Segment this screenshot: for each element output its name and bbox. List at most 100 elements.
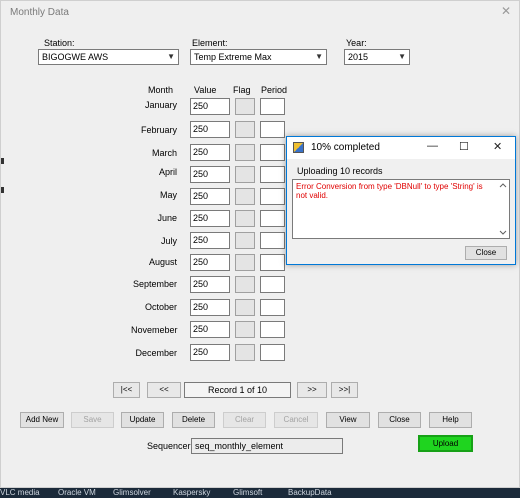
taskbar-item[interactable]: Kaspersky (173, 488, 233, 497)
delete-button[interactable]: Delete (172, 412, 215, 428)
save-button[interactable]: Save (71, 412, 114, 428)
value-field[interactable]: 250 (190, 121, 230, 138)
flag-field (235, 121, 255, 138)
error-textbox[interactable]: Error Conversion from type 'DBNull' to t… (292, 179, 510, 239)
value-field[interactable]: 250 (190, 144, 230, 161)
flag-field (235, 321, 255, 338)
next-record-button[interactable]: >> (297, 382, 327, 398)
period-field[interactable] (260, 276, 285, 293)
edge-marker (1, 158, 4, 164)
element-label: Element: (192, 38, 228, 48)
dialog-close-button[interactable]: Close (465, 246, 507, 260)
record-indicator: Record 1 of 10 (184, 382, 291, 398)
add-new-button[interactable]: Add New (20, 412, 64, 428)
clear-button[interactable]: Clear (223, 412, 266, 428)
period-field[interactable] (260, 166, 285, 183)
month-label: September (132, 279, 177, 289)
period-header: Period (261, 85, 288, 95)
value-field[interactable]: 250 (190, 188, 230, 205)
flag-field (235, 299, 255, 316)
period-field[interactable] (260, 232, 285, 249)
sequencer-field[interactable]: seq_monthly_element (191, 438, 343, 454)
dialog-titlebar: 10% completed — ☐ ✕ (287, 137, 515, 159)
value-field[interactable]: 250 (190, 98, 230, 115)
value-field[interactable]: 250 (190, 210, 230, 227)
month-label: March (151, 148, 177, 158)
period-field[interactable] (260, 144, 285, 161)
value-field[interactable]: 250 (190, 232, 230, 249)
month-label: October (144, 302, 177, 312)
window-title: Monthly Data (10, 7, 69, 18)
update-button[interactable]: Update (121, 412, 164, 428)
taskbar-item[interactable]: BackupData (288, 488, 348, 497)
upload-button[interactable]: Upload (418, 435, 473, 452)
minimize-icon[interactable]: — (427, 140, 438, 152)
flag-field (235, 276, 255, 293)
upload-status: Uploading 10 records (297, 166, 383, 176)
flag-field (235, 166, 255, 183)
value-field[interactable]: 250 (190, 276, 230, 293)
chevron-down-icon: ▼ (398, 52, 406, 61)
period-field[interactable] (260, 254, 285, 271)
flag-field (235, 232, 255, 249)
month-label: August (148, 257, 177, 267)
chevron-down-icon: ▼ (315, 52, 323, 61)
taskbar-item[interactable]: VLC media (0, 488, 58, 497)
period-field[interactable] (260, 299, 285, 316)
sequencer-label: Sequencer: (147, 441, 194, 451)
station-select[interactable]: BIGOGWE AWS ▼ (38, 49, 179, 65)
month-label: December (135, 348, 177, 358)
month-label: June (157, 213, 177, 223)
chevron-down-icon: ▼ (167, 52, 175, 61)
maximize-icon[interactable]: ☐ (459, 140, 469, 153)
year-select[interactable]: 2015 ▼ (344, 49, 410, 65)
value-header: Value (194, 85, 217, 95)
scroll-up-icon[interactable] (499, 183, 507, 188)
month-label: July (160, 236, 177, 246)
month-label: February (140, 125, 177, 135)
period-field[interactable] (260, 188, 285, 205)
period-field[interactable] (260, 321, 285, 338)
flag-field (235, 344, 255, 361)
view-button[interactable]: View (326, 412, 370, 428)
help-button[interactable]: Help (429, 412, 472, 428)
flag-field (235, 188, 255, 205)
close-icon[interactable]: ✕ (493, 140, 502, 153)
previous-record-button[interactable]: << (147, 382, 181, 398)
taskbar-item[interactable]: Oracle VM (58, 488, 113, 497)
year-value: 2015 (348, 52, 369, 62)
value-field[interactable]: 250 (190, 299, 230, 316)
taskbar-item[interactable]: Glimsoft (233, 488, 288, 497)
station-label: Station: (44, 38, 75, 48)
close-button[interactable]: Close (378, 412, 421, 428)
year-label: Year: (346, 38, 367, 48)
period-field[interactable] (260, 98, 285, 115)
element-select[interactable]: Temp Extreme Max ▼ (190, 49, 327, 65)
period-field[interactable] (260, 121, 285, 138)
window-close-icon[interactable]: ✕ (501, 4, 511, 18)
month-label: Novemeber (131, 325, 178, 335)
value-field[interactable]: 250 (190, 254, 230, 271)
value-field[interactable]: 250 (190, 321, 230, 338)
flag-field (235, 210, 255, 227)
scroll-down-icon[interactable] (499, 230, 507, 235)
period-field[interactable] (260, 344, 285, 361)
flag-field (235, 144, 255, 161)
taskbar: VLC media Oracle VM Glimsolver Kaspersky Gli… (0, 488, 520, 498)
edge-marker (1, 187, 4, 193)
dialog-title: 10% completed (311, 142, 380, 153)
value-field[interactable]: 250 (190, 166, 230, 183)
first-record-button[interactable]: |<< (113, 382, 140, 398)
value-field[interactable]: 250 (190, 344, 230, 361)
month-label: January (144, 100, 177, 110)
period-field[interactable] (260, 210, 285, 227)
last-record-button[interactable]: >>| (331, 382, 358, 398)
flag-header: Flag (233, 85, 251, 95)
element-value: Temp Extreme Max (194, 52, 272, 62)
scrollbar[interactable] (498, 181, 508, 237)
month-label: May (159, 190, 177, 200)
cancel-button[interactable]: Cancel (274, 412, 318, 428)
month-header: Month (148, 85, 174, 95)
taskbar-item[interactable]: Glimsolver (113, 488, 173, 497)
progress-dialog: 10% completed — ☐ ✕ Uploading 10 records… (286, 136, 516, 265)
